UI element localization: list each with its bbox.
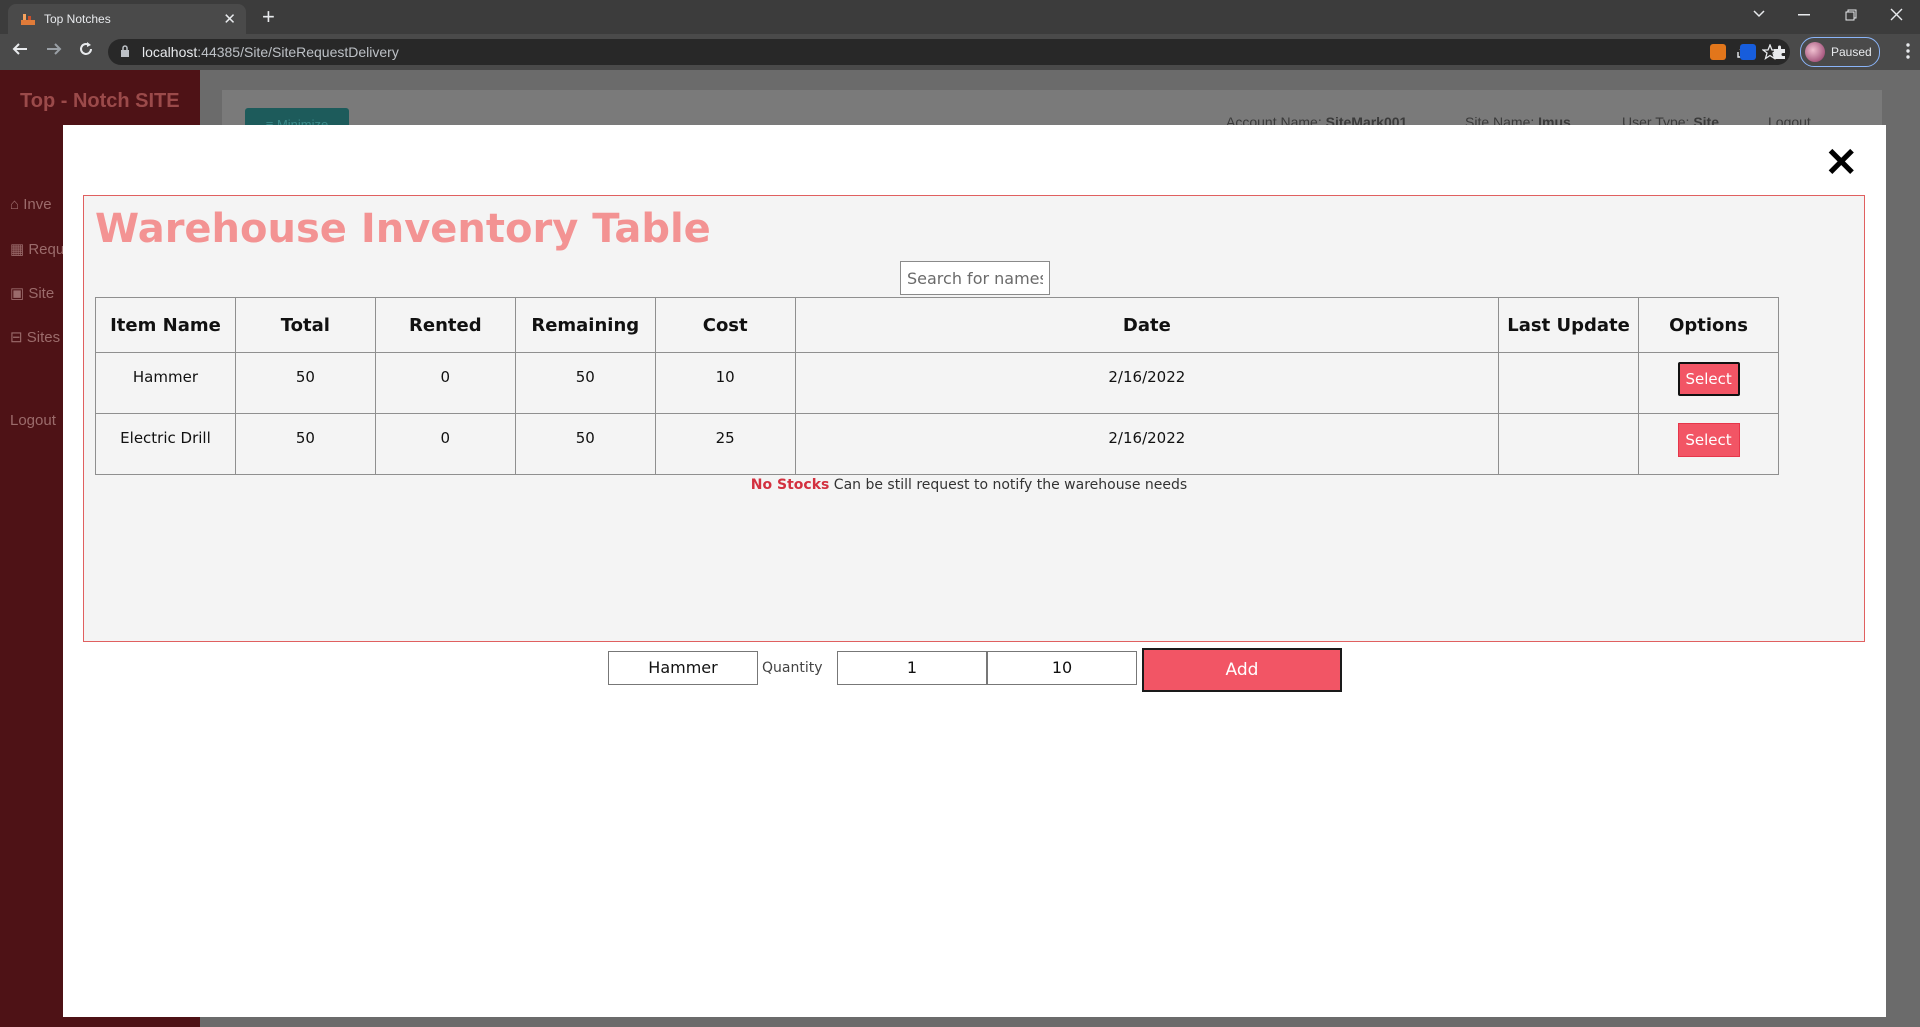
lock-icon[interactable] (120, 44, 130, 58)
sidebar-item-site[interactable]: ▣ Site (10, 284, 54, 302)
remaining-cell: 50 (514, 413, 656, 475)
rented-cell: 0 (374, 352, 516, 414)
table-row: Electric Drill 50 0 50 25 2/16/2022 Sele… (95, 413, 1779, 475)
metamask-extension-icon[interactable] (1710, 44, 1726, 60)
sidebar-item-label: Requ (28, 241, 65, 258)
column-header: Date (794, 297, 1500, 353)
item-name-cell: Electric Drill (95, 413, 236, 475)
tab-title: Top Notches (44, 12, 111, 26)
total-cell: 50 (234, 352, 376, 414)
add-request-row: Hammer Quantity 1 10 Add (63, 647, 1886, 692)
avatar (1805, 42, 1825, 62)
inventory-modal: ✕ Warehouse Inventory Table Item Name To… (63, 125, 1886, 1017)
cost-cell: 25 (654, 413, 796, 475)
sidebar-item-label: Site (28, 285, 55, 302)
options-cell: Select (1638, 352, 1779, 414)
url-text: localhost:44385/Site/SiteRequestDelivery (142, 44, 399, 60)
column-header: Rented (374, 297, 516, 353)
restore-window-icon[interactable] (1845, 9, 1857, 21)
brand-title: Top - Notch SITE (20, 90, 180, 112)
item-name-cell: Hammer (95, 352, 236, 414)
options-cell: Select (1638, 413, 1779, 475)
rented-cell: 0 (374, 413, 516, 475)
inventory-panel: Warehouse Inventory Table Item Name Tota… (83, 195, 1865, 642)
forward-icon[interactable] (46, 41, 62, 57)
column-header: Remaining (514, 297, 656, 353)
sidebar-item-sites[interactable]: ⊟ Sites (10, 328, 60, 346)
address-bar[interactable]: localhost:44385/Site/SiteRequestDelivery (108, 39, 1790, 65)
stock-note: No Stocks Can be still request to notify… (84, 477, 1854, 493)
last-update-cell (1498, 413, 1639, 475)
cost-field[interactable]: 10 (987, 651, 1137, 685)
sidebar-item-label: Inve (23, 196, 52, 213)
sidebar-item-label: Sites (26, 329, 61, 346)
browser-toolbar: localhost:44385/Site/SiteRequestDelivery… (0, 34, 1920, 70)
clipboard-icon: ▣ (10, 285, 29, 302)
quantity-field[interactable]: 1 (837, 651, 987, 685)
new-tab-icon[interactable]: + (262, 4, 275, 30)
select-button[interactable]: Select (1677, 423, 1740, 457)
profile-status: Paused (1831, 45, 1872, 59)
sidebar-item-request[interactable]: ▦ Requ (10, 240, 64, 258)
no-stocks-label: No Stocks (750, 477, 830, 493)
table-header-row: Item Name Total Rented Remaining Cost Da… (95, 297, 1779, 353)
column-header: Last Update (1498, 297, 1639, 353)
tab-close-icon[interactable]: ✕ (223, 10, 236, 28)
last-update-cell (1498, 352, 1639, 414)
extensions-puzzle-icon[interactable] (1772, 44, 1788, 60)
column-header: Cost (654, 297, 796, 353)
total-cell: 50 (234, 413, 376, 475)
grid-icon: ▦ (10, 241, 29, 258)
page-title: Warehouse Inventory Table (95, 206, 711, 252)
date-cell: 2/16/2022 (794, 413, 1500, 475)
profile-button[interactable]: Paused (1800, 37, 1880, 67)
column-header: Options (1638, 297, 1779, 353)
reload-icon[interactable] (78, 41, 94, 57)
minimize-window-icon[interactable] (1798, 14, 1810, 16)
browser-tab[interactable]: Top Notches ✕ (8, 4, 246, 34)
select-button[interactable]: Select (1677, 362, 1740, 396)
date-cell: 2/16/2022 (794, 352, 1500, 414)
tab-search-icon[interactable] (1752, 9, 1766, 19)
back-icon[interactable] (12, 41, 28, 57)
remaining-cell: 50 (514, 352, 656, 414)
close-icon[interactable]: ✕ (1824, 143, 1858, 183)
close-window-icon[interactable] (1890, 8, 1903, 21)
inventory-table: Item Name Total Rented Remaining Cost Da… (95, 297, 1779, 475)
cost-cell: 10 (654, 352, 796, 414)
url-host: localhost (142, 44, 198, 60)
column-header: Total (234, 297, 376, 353)
bitwarden-extension-icon[interactable] (1740, 44, 1756, 60)
home-icon: ⌂ (10, 196, 24, 213)
note-text: Can be still request to notify the wareh… (829, 477, 1188, 493)
site-favicon-icon (21, 14, 35, 25)
browser-menu-icon[interactable] (1906, 43, 1910, 59)
browser-tab-bar: Top Notches ✕ + (0, 0, 1920, 34)
column-header: Item Name (95, 297, 236, 353)
search-input[interactable] (900, 261, 1050, 295)
list-icon: ⊟ (10, 329, 27, 346)
sidebar-item-inventory[interactable]: ⌂ Inve (10, 196, 52, 213)
table-row: Hammer 50 0 50 10 2/16/2022 Select (95, 352, 1779, 414)
url-path: :44385/Site/SiteRequestDelivery (197, 44, 399, 60)
sidebar-logout[interactable]: Logout (10, 412, 56, 429)
add-button[interactable]: Add (1142, 648, 1342, 692)
quantity-label: Quantity (762, 660, 823, 676)
selected-item-field[interactable]: Hammer (608, 651, 758, 685)
